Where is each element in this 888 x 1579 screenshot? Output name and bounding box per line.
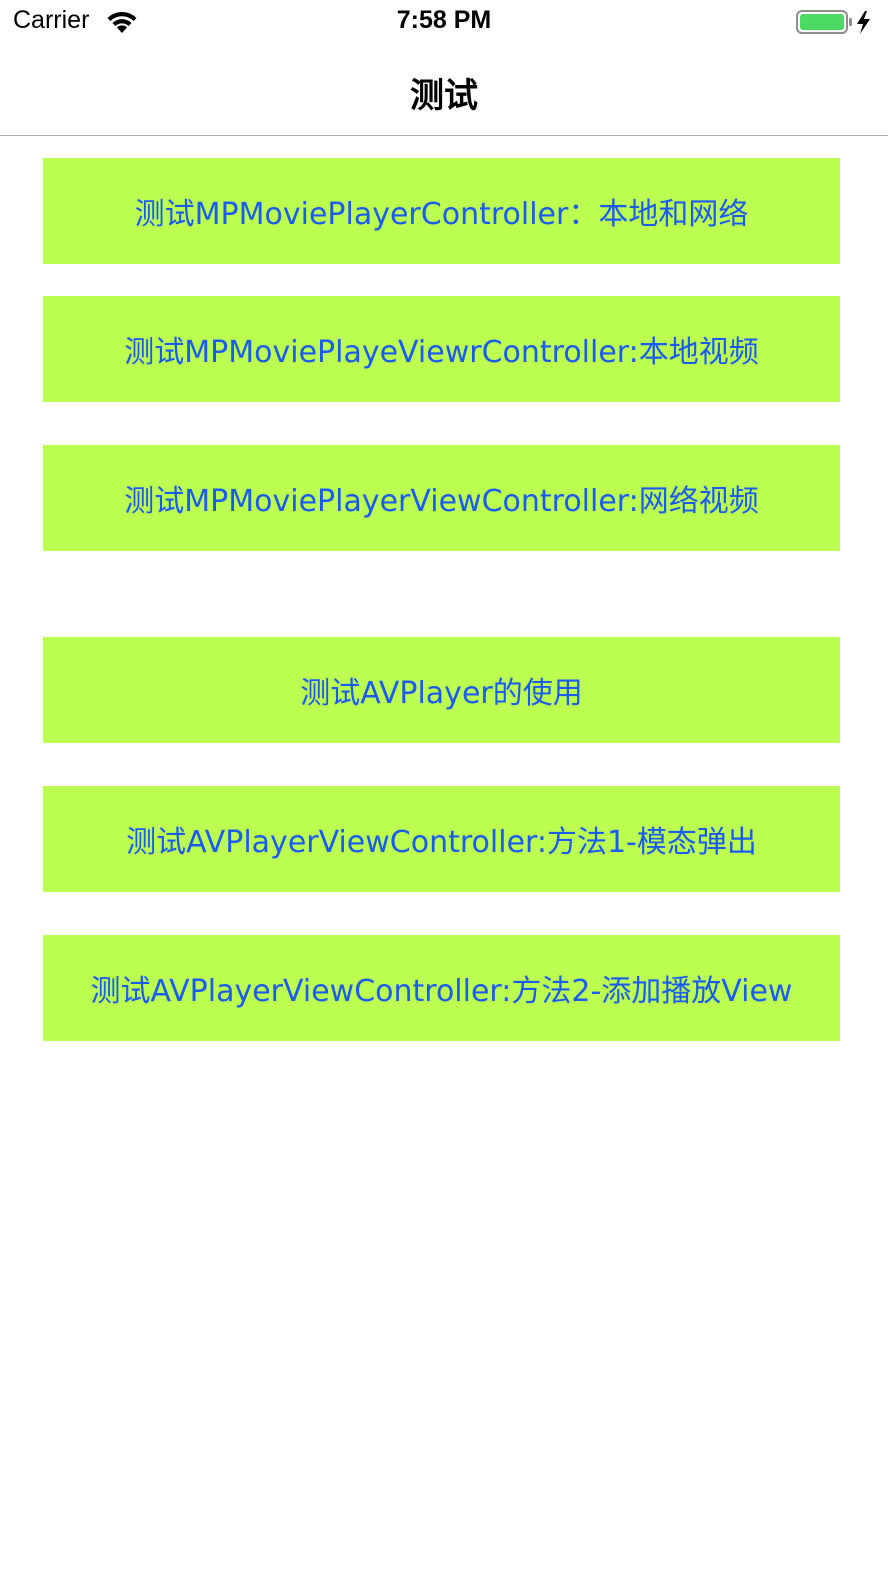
status-time: 7:58 PM — [396, 6, 492, 34]
test-avplayerviewcontroller-addview-button[interactable]: 测试AVPlayerViewController:方法2-添加播放View — [43, 935, 840, 1041]
test-avplayer-button[interactable]: 测试AVPlayer的使用 — [43, 637, 840, 743]
navigation-bar: 测试 — [0, 44, 888, 136]
page-title: 测试 — [410, 76, 478, 116]
battery-charging-icon — [796, 9, 876, 35]
test-mpmovieplayeviewrcontroller-local-button[interactable]: 测试MPMoviePlayeViewrController:本地视频 — [43, 296, 840, 402]
status-bar: Carrier 7:58 PM — [0, 0, 888, 44]
test-mpmovieplayerviewcontroller-network-button[interactable]: 测试MPMoviePlayerViewController:网络视频 — [43, 445, 840, 551]
test-avplayerviewcontroller-modal-button[interactable]: 测试AVPlayerViewController:方法1-模态弹出 — [43, 786, 840, 892]
test-mpmovieplayercontroller-button[interactable]: 测试MPMoviePlayerController：本地和网络 — [43, 158, 840, 264]
